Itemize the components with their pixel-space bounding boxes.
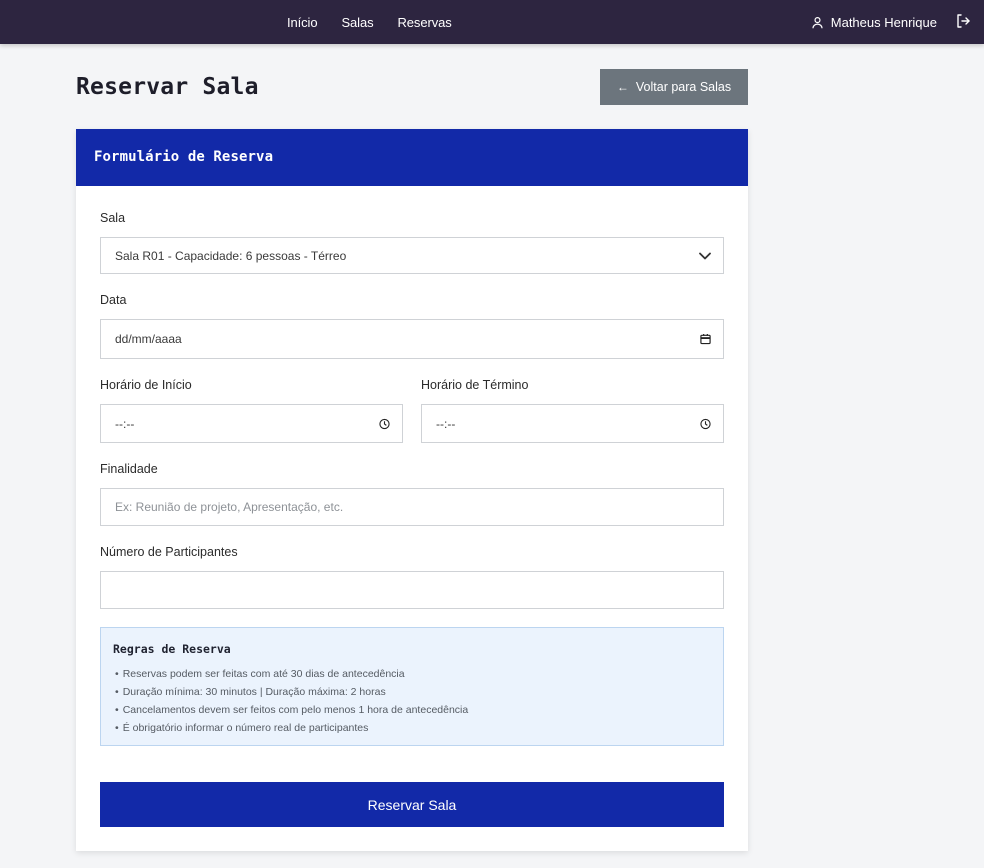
participants-input[interactable]	[100, 571, 724, 609]
user-icon	[812, 16, 823, 28]
date-input-placeholder: dd/mm/aaaa	[115, 332, 182, 346]
room-select-value: Sala R01 - Capacidade: 6 pessoas - Térre…	[115, 248, 347, 263]
purpose-input[interactable]: Ex: Reunião de projeto, Apresentação, et…	[100, 488, 724, 526]
back-to-rooms-button[interactable]: ← Voltar para Salas	[600, 69, 748, 105]
end-time-placeholder: --:--	[436, 416, 456, 431]
rule-item: Duração mínima: 30 minutos | Duração máx…	[115, 683, 468, 701]
rules-title: Regras de Reserva	[113, 642, 231, 656]
arrow-left-icon: ←	[616, 80, 629, 94]
start-time-label: Horário de Início	[100, 378, 192, 392]
nav-link-reservas[interactable]: Reservas	[398, 15, 452, 30]
user-name: Matheus Henrique	[830, 14, 937, 30]
user-menu[interactable]: Matheus Henrique	[811, 0, 937, 44]
form-title: Formulário de Reserva	[94, 149, 274, 165]
start-time-input[interactable]: --:--	[100, 404, 403, 443]
chevron-down-icon	[699, 252, 711, 260]
room-label: Sala	[100, 211, 126, 225]
submit-reservation-button[interactable]: Reservar Sala	[100, 782, 724, 827]
nav-link-salas[interactable]: Salas	[341, 15, 373, 30]
rule-item: Cancelamentos devem ser feitos com pelo …	[115, 701, 469, 719]
page-title: Reservar Sala	[76, 74, 259, 100]
purpose-placeholder: Ex: Reunião de projeto, Apresentação, et…	[115, 500, 344, 514]
nav-link-inicio[interactable]: Início	[287, 15, 318, 30]
top-navbar: Início Salas Reservas Matheus Henrique	[0, 0, 984, 44]
rules-list: Reservas podem ser feitas com até 30 dia…	[115, 665, 469, 737]
calendar-icon[interactable]	[700, 333, 711, 345]
clock-icon[interactable]	[700, 418, 711, 429]
back-button-label: Voltar para Salas	[635, 80, 732, 94]
end-time-input[interactable]: --:--	[421, 404, 724, 443]
room-select[interactable]: Sala R01 - Capacidade: 6 pessoas - Térre…	[100, 237, 724, 274]
participants-label: Número de Participantes	[100, 545, 238, 559]
card-header: Formulário de Reserva	[76, 129, 748, 186]
start-time-placeholder: --:--	[115, 416, 135, 431]
nav-links: Início Salas Reservas	[287, 0, 476, 44]
reservation-form-card: Formulário de Reserva Sala Sala R01 - Ca…	[76, 129, 748, 851]
rule-item: É obrigatório informar o número real de …	[115, 719, 468, 737]
logout-icon[interactable]	[955, 13, 971, 29]
rule-item: Reservas podem ser feitas com até 30 dia…	[115, 665, 468, 683]
clock-icon[interactable]	[379, 418, 390, 429]
purpose-label: Finalidade	[100, 462, 158, 476]
reservation-rules-box: Regras de Reserva Reservas podem ser fei…	[100, 627, 724, 746]
date-label: Data	[100, 293, 127, 307]
end-time-label: Horário de Término	[421, 378, 529, 392]
date-input[interactable]: dd/mm/aaaa	[100, 319, 724, 359]
